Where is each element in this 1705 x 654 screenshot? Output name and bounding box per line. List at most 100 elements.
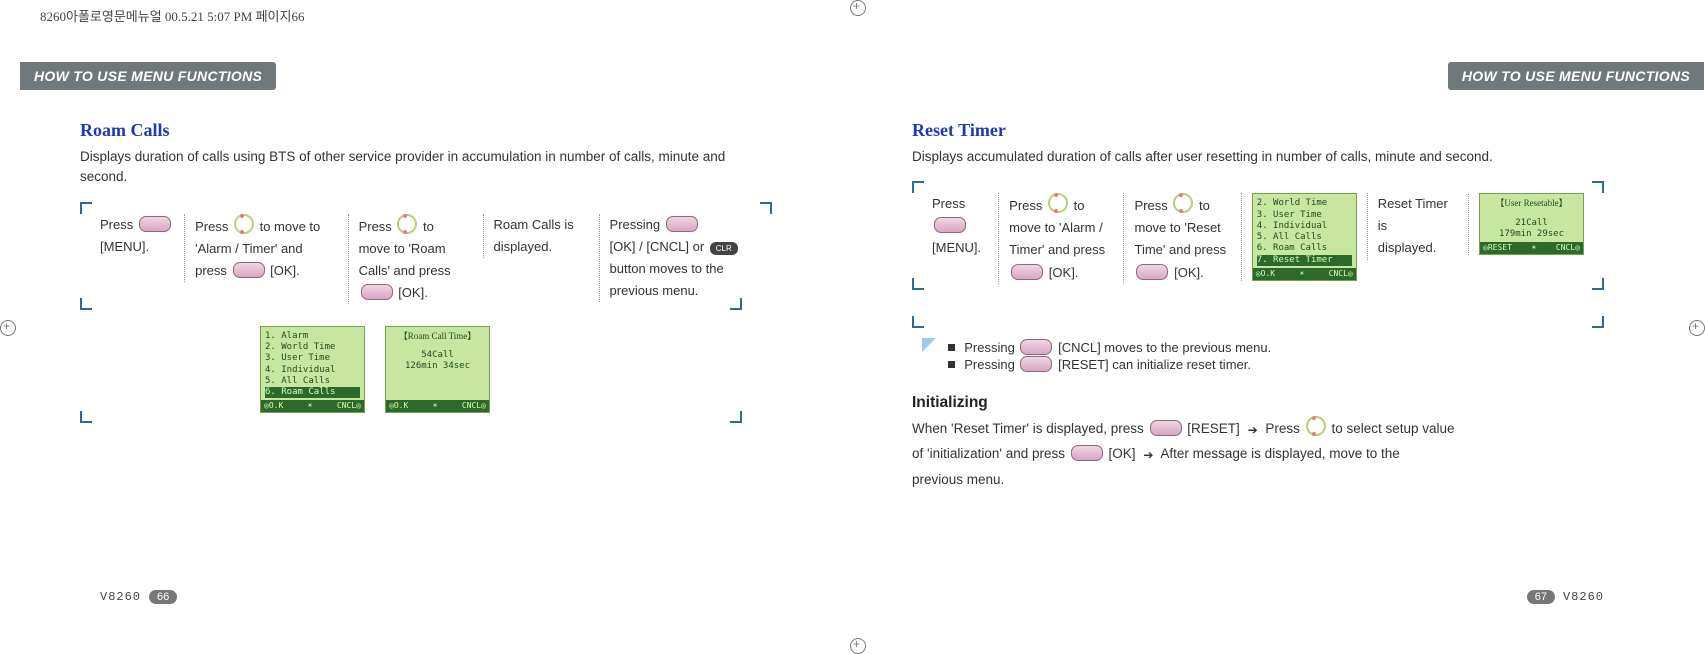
subtitle-roam-calls: Roam Calls <box>80 120 772 141</box>
softkey-icon <box>361 284 393 300</box>
screen-title: 【User Resetable】 <box>1484 198 1579 209</box>
menu-line: 5. All Calls <box>1257 232 1352 243</box>
bar-left: ◎O.K <box>389 401 408 411</box>
init-text: When 'Reset Timer' is displayed, press <box>912 421 1144 436</box>
phone-screen-menu: 2. World Time 3. User Time 4. Individual… <box>1252 193 1357 281</box>
step-text: Time' and press <box>1134 242 1226 257</box>
note-icon <box>922 338 940 356</box>
result-line: 126min 34sec <box>390 361 485 372</box>
nav-key-icon <box>1173 193 1193 213</box>
screen-softkey-bar: ◎O.K ☀ CNCL◎ <box>1253 268 1356 280</box>
phone-screen-menu: 1. Alarm 2. World Time 3. User Time 4. I… <box>260 326 365 414</box>
bar-left: ◎RESET <box>1483 243 1512 253</box>
step-text: to <box>1199 198 1210 213</box>
step-3: Press to move to 'Reset Time' and press … <box>1123 193 1240 283</box>
step-text: to <box>423 219 434 234</box>
softkey-icon <box>1150 420 1182 436</box>
step-text: button moves to the <box>610 261 724 276</box>
step-text: Press <box>359 219 392 234</box>
bar-left: ◎O.K <box>264 401 283 411</box>
phone-screen-result: 【Roam Call Time】 54Call 126min 34sec ◎O.… <box>385 326 490 414</box>
softkey-icon <box>139 216 171 232</box>
step-text: move to 'Alarm / <box>1009 220 1103 235</box>
page-number: 67 <box>1527 590 1555 604</box>
bar-right: CNCL◎ <box>462 401 486 411</box>
step-2: Press to move to 'Alarm / Timer' and pre… <box>184 214 347 282</box>
result-line: 21Call <box>1484 218 1579 229</box>
step-text: Press <box>1009 198 1042 213</box>
step-text: Press <box>100 217 133 232</box>
step-5: Reset Timer is displayed. <box>1367 193 1468 259</box>
menu-line: 3. User Time <box>1257 210 1352 221</box>
page-footer: V8260 66 <box>100 590 177 604</box>
step-text: [OK]. <box>1174 265 1204 280</box>
menu-line: 6. Roam Calls <box>1257 243 1352 254</box>
step-text: [OK]. <box>1049 265 1079 280</box>
bar-right: CNCL◎ <box>1556 243 1580 253</box>
step-1: Press [MENU]. <box>90 214 184 258</box>
step-text: to move to <box>260 219 321 234</box>
step-text: 'Alarm / Timer' and <box>195 241 303 256</box>
menu-line: 1. Alarm <box>265 331 360 342</box>
step-5: Pressing [OK] / [CNCL] or CLR button mov… <box>599 214 762 302</box>
screens-strip: 1. Alarm 2. World Time 3. User Time 4. I… <box>80 312 772 424</box>
softkey-icon <box>1136 264 1168 280</box>
step-4: Roam Calls is displayed. <box>483 214 599 258</box>
note-text: Pressing <box>964 357 1015 372</box>
nav-key-icon <box>1048 193 1068 213</box>
desc-reset-timer: Displays accumulated duration of calls a… <box>912 147 1604 167</box>
step-text: Press <box>1134 198 1167 213</box>
step-text: [MENU]. <box>100 239 149 254</box>
step-text: [OK] / [CNCL] or <box>610 239 705 254</box>
step-text: displayed. <box>494 239 553 254</box>
step-text: Reset Timer is <box>1378 196 1448 233</box>
softkey-icon <box>233 262 265 278</box>
bullet-icon <box>948 344 955 351</box>
arrow-right-icon: ➔ <box>1248 419 1258 442</box>
steps-strip: Press [MENU]. Press to move to 'Alarm / … <box>912 181 1604 289</box>
softkey-icon <box>1071 445 1103 461</box>
notes-block: Pressing [CNCL] moves to the previous me… <box>912 334 1604 376</box>
page-footer: 67 V8260 <box>1527 590 1604 604</box>
init-text: [OK] <box>1109 446 1136 461</box>
menu-line: 3. User Time <box>265 353 360 364</box>
step-text: Pressing <box>610 217 661 232</box>
step-text: Press <box>932 196 965 211</box>
note-text: Pressing <box>964 340 1015 355</box>
section-tab: HOW TO USE MENU FUNCTIONS <box>1448 62 1704 90</box>
softkey-icon <box>1020 339 1052 355</box>
subtitle-reset-timer: Reset Timer <box>912 120 1604 141</box>
section-tab: HOW TO USE MENU FUNCTIONS <box>20 62 276 90</box>
page-number: 66 <box>149 590 177 604</box>
step-text: press <box>195 263 227 278</box>
desc-roam-calls: Displays duration of calls using BTS of … <box>80 147 772 188</box>
init-text: previous menu. <box>912 472 1004 487</box>
menu-line: 4. Individual <box>1257 221 1352 232</box>
step-text: [MENU]. <box>932 240 981 255</box>
init-text: [RESET] <box>1187 421 1240 436</box>
step-6-screen: 【User Resetable】 21Call 179min 29sec ◎RE… <box>1468 193 1594 255</box>
step-text: [OK]. <box>398 285 428 300</box>
bar-right: CNCL◎ <box>337 401 361 411</box>
step-text: move to 'Reset <box>1134 220 1220 235</box>
screen-softkey-bar: ◎O.K ☀ CNCL◎ <box>261 400 364 412</box>
page-left: HOW TO USE MENU FUNCTIONS Roam Calls Dis… <box>0 0 852 654</box>
model-code: V8260 <box>1563 590 1604 604</box>
nav-key-icon <box>397 214 417 234</box>
model-code: V8260 <box>100 590 141 604</box>
steps-strip: Press [MENU]. Press to move to 'Alarm / … <box>80 202 772 310</box>
softkey-icon <box>666 216 698 232</box>
step-text: Calls' and press <box>359 263 451 278</box>
step-text: displayed. <box>1378 240 1437 255</box>
note-text: [RESET] can initialize reset timer. <box>1058 357 1251 372</box>
note-text: [CNCL] moves to the previous menu. <box>1058 340 1271 355</box>
softkey-icon <box>934 217 966 233</box>
step-text: [OK]. <box>270 263 300 278</box>
screen-softkey-bar: ◎O.K ☀ CNCL◎ <box>386 400 489 412</box>
menu-line-selected: 6. Roam Calls <box>265 387 360 398</box>
nav-key-icon <box>234 214 254 234</box>
step-text: to <box>1074 198 1085 213</box>
step-text: Press <box>195 219 228 234</box>
arrow-right-icon: ➔ <box>1143 444 1153 467</box>
menu-line: 5. All Calls <box>265 376 360 387</box>
